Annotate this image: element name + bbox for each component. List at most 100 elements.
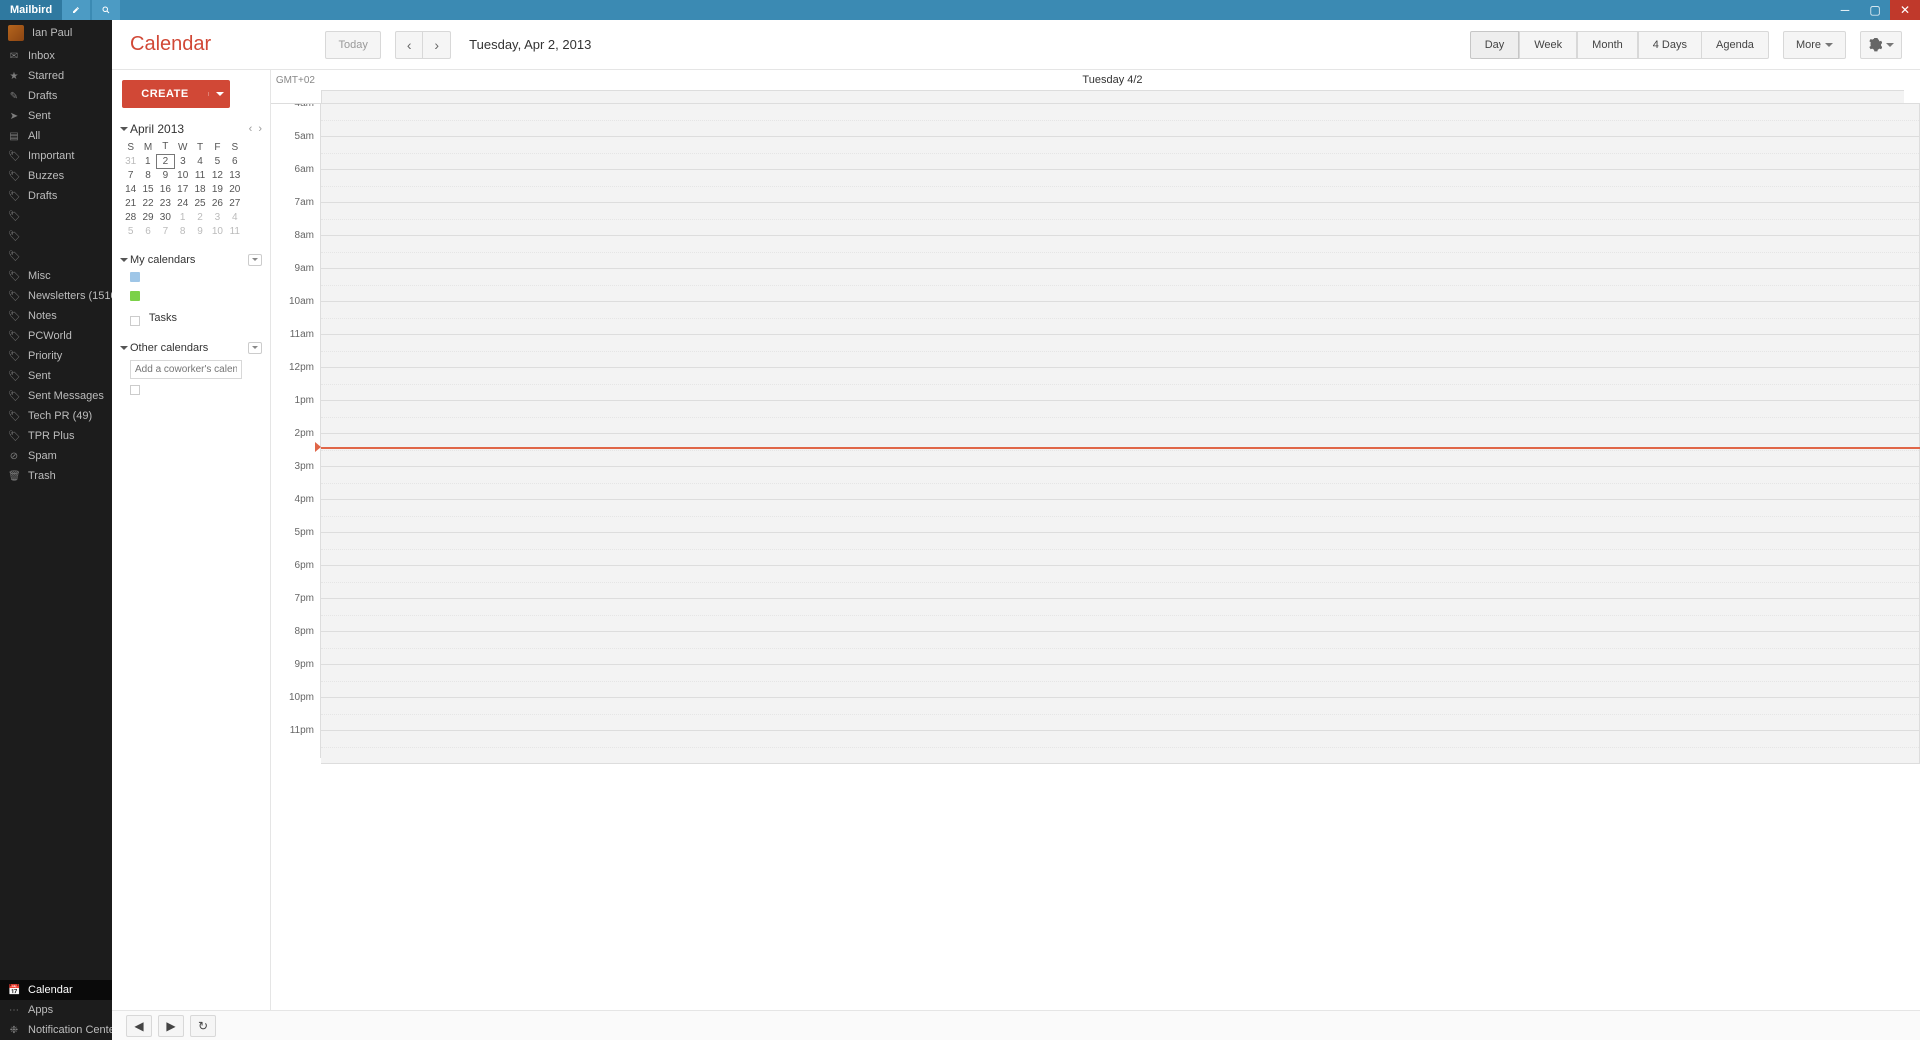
other-calendars-options[interactable] [248,342,262,354]
add-coworker-input[interactable] [130,360,242,379]
mini-day[interactable]: 10 [174,168,191,182]
footer-next[interactable]: ▶ [158,1015,184,1037]
hour-slot[interactable] [321,500,1920,533]
hour-slot[interactable] [321,698,1920,731]
settings-button[interactable] [1860,31,1902,59]
mini-day[interactable]: 23 [157,196,174,210]
hour-row[interactable]: 8pm [271,632,1920,665]
window-maximize[interactable]: ▢ [1860,0,1890,20]
hour-slot[interactable] [321,335,1920,368]
mini-day[interactable]: 1 [139,154,156,168]
more-button[interactable]: More [1783,31,1846,59]
other-cal-checkbox[interactable] [130,385,140,395]
next-button[interactable]: › [423,31,451,59]
mini-day[interactable]: 19 [209,182,226,196]
hour-slot[interactable] [321,731,1920,764]
sidebar-bottom-item[interactable]: 📅Calendar [0,980,112,1000]
sidebar-item[interactable]: 🏷PCWorld [0,326,112,346]
sidebar-item[interactable]: 🗑Trash [0,466,112,486]
hour-slot[interactable] [321,533,1920,566]
sidebar-item[interactable]: 🏷Buzzes [0,166,112,186]
hour-slot[interactable] [321,665,1920,698]
hour-slot[interactable] [321,203,1920,236]
mini-day[interactable]: 16 [157,182,174,196]
mini-day[interactable]: 1 [174,210,191,224]
mini-day[interactable]: 21 [122,196,139,210]
view-4days[interactable]: 4 Days [1638,31,1702,59]
sidebar-item[interactable]: 🏷Priority [0,346,112,366]
sidebar-item[interactable]: ⊘Spam [0,446,112,466]
sidebar-item[interactable]: ➤Sent [0,106,112,126]
search-tab[interactable] [92,0,120,20]
my-calendars-options[interactable] [248,254,262,266]
hour-row[interactable]: 2pm [271,434,1920,467]
mini-day[interactable]: 9 [157,168,174,182]
mini-day[interactable]: 30 [157,210,174,224]
hour-slot[interactable] [321,269,1920,302]
mini-day[interactable]: 31 [122,154,139,168]
hour-row[interactable]: 5pm [271,533,1920,566]
sidebar-item[interactable]: ✎Drafts [0,86,112,106]
mini-day[interactable]: 4 [191,154,208,168]
calendar-color-swatch[interactable] [130,272,140,282]
hour-row[interactable]: 7am [271,203,1920,236]
mini-day[interactable]: 28 [122,210,139,224]
mini-day[interactable]: 9 [191,224,208,238]
sidebar-item[interactable]: ▤All [0,126,112,146]
hour-slot[interactable] [321,566,1920,599]
sidebar-item[interactable]: 🏷Sent [0,366,112,386]
hour-slot[interactable] [321,137,1920,170]
sidebar-item[interactable]: 🏷Misc [0,266,112,286]
sidebar-item[interactable]: 🏷TPR Plus [0,426,112,446]
window-close[interactable]: ✕ [1890,0,1920,20]
create-button[interactable]: CREATE [122,80,230,108]
hour-row[interactable]: 8am [271,236,1920,269]
app-tab[interactable]: Mailbird [0,0,62,20]
create-dropdown[interactable] [208,92,230,96]
sidebar-item[interactable]: 🏷Tech PR (49) [0,406,112,426]
tasks-checkbox[interactable] [130,316,140,326]
view-week[interactable]: Week [1519,31,1577,59]
hour-row[interactable]: 4pm [271,500,1920,533]
mini-day[interactable]: 22 [139,196,156,210]
mini-day[interactable]: 2 [191,210,208,224]
sidebar-item[interactable]: ✉Inbox [0,46,112,66]
hour-row[interactable]: 9pm [271,665,1920,698]
sidebar-item[interactable]: 🏷Notes [0,306,112,326]
mini-day[interactable]: 11 [226,224,243,238]
mini-day[interactable]: 27 [226,196,243,210]
mini-day[interactable]: 24 [174,196,191,210]
mini-day[interactable]: 8 [174,224,191,238]
mini-day[interactable]: 10 [209,224,226,238]
mini-day[interactable]: 7 [122,168,139,182]
mini-prev[interactable]: ‹ [249,123,253,135]
sidebar-bottom-item[interactable]: ❉Notification Center [0,1020,112,1040]
view-agenda[interactable]: Agenda [1702,31,1769,59]
mini-day[interactable]: 12 [209,168,226,182]
hour-row[interactable]: 4am [271,104,1920,137]
mini-day[interactable]: 2 [157,154,174,168]
sidebar-item[interactable]: 🏷Sent Messages [0,386,112,406]
hour-row[interactable]: 5am [271,137,1920,170]
sidebar-item[interactable]: ★Starred [0,66,112,86]
prev-button[interactable]: ‹ [395,31,423,59]
hour-slot[interactable] [321,104,1920,137]
mini-day[interactable]: 20 [226,182,243,196]
hour-row[interactable]: 9am [271,269,1920,302]
hour-row[interactable]: 6am [271,170,1920,203]
allday-row[interactable] [271,90,1920,104]
compose-tab[interactable] [62,0,90,20]
mini-day[interactable]: 15 [139,182,156,196]
mini-day[interactable]: 3 [209,210,226,224]
hour-slot[interactable] [321,401,1920,434]
hour-row[interactable]: 1pm [271,401,1920,434]
hour-slot[interactable] [321,434,1920,467]
mini-day[interactable]: 11 [191,168,208,182]
today-button[interactable]: Today [325,31,381,59]
sidebar-item[interactable]: 🏷 [0,246,112,266]
mini-day[interactable]: 18 [191,182,208,196]
hour-slot[interactable] [321,467,1920,500]
hour-slot[interactable] [321,632,1920,665]
mini-day[interactable]: 5 [209,154,226,168]
hour-slot[interactable] [321,302,1920,335]
